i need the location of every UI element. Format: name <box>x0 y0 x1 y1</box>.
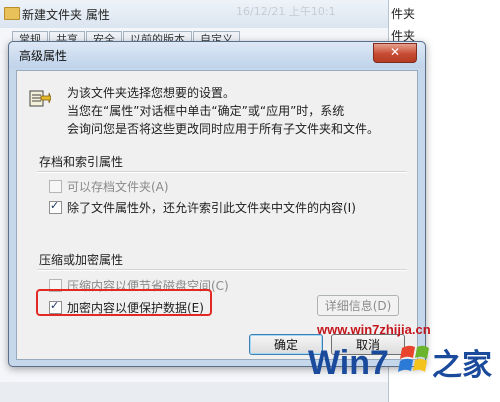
background-bottom-area <box>0 382 388 402</box>
index-option-label: 除了文件属性外，还允许索引此文件夹中文件的内容(I) <box>67 200 356 215</box>
separator <box>37 171 407 173</box>
details-button[interactable]: 详细信息(D) <box>317 295 399 316</box>
watermark-logo-text: Win7 <box>308 344 389 382</box>
encrypt-highlight-box <box>36 289 212 316</box>
intro-text-line: 当您在“属性”对话框中单击“确定”或“应用”时，系统 <box>67 104 345 118</box>
background-window-title: 新建文件夹 属性 <box>22 8 110 22</box>
dialog-client-area: 为该文件夹选择您想要的设置。 当您在“属性”对话框中单击“确定”或“应用”时，系… <box>16 70 418 360</box>
watermark-logo-suffix: 之家 <box>432 348 492 383</box>
index-option-row[interactable]: 除了文件属性外，还允许索引此文件夹中文件的内容(I) <box>49 199 356 215</box>
background-titlebar: 新建文件夹 属性 16/12/21 上午10:1 <box>0 0 388 28</box>
compress-group-label: 压缩或加密属性 <box>39 253 124 267</box>
attributes-info-icon <box>29 90 51 107</box>
intro-text-line: 会询问您是否将这些更改同时应用于所有子文件夹和文件。 <box>67 122 380 136</box>
intro-text-line: 为该文件夹选择您想要的设置。 <box>67 86 236 100</box>
archive-checkbox[interactable] <box>49 179 62 193</box>
background-date-text: 16/12/21 上午10:1 <box>236 5 336 18</box>
index-checkbox[interactable] <box>49 199 62 214</box>
archive-option-row[interactable]: 可以存档文件夹(A) <box>49 178 169 194</box>
dialog-titlebar[interactable]: 高级属性 ✕ <box>9 42 425 68</box>
close-icon: ✕ <box>389 45 401 59</box>
archive-group-label: 存档和索引属性 <box>39 155 124 169</box>
folder-icon <box>4 7 20 20</box>
advanced-attributes-dialog: 高级属性 ✕ 为该文件夹选择您想要的设置。 当您在“属性”对话框中单击“确定”或… <box>8 41 426 367</box>
close-button[interactable]: ✕ <box>373 43 417 63</box>
dialog-title: 高级属性 <box>19 49 68 63</box>
archive-option-label: 可以存档文件夹(A) <box>67 179 169 194</box>
windows-flag-icon <box>398 345 429 372</box>
win7-logo: Win7 之家 <box>308 344 492 383</box>
watermark-url: www.win7zhijia.cn <box>317 322 431 337</box>
separator <box>37 269 407 271</box>
right-pane-line: 件夹 <box>391 7 416 21</box>
